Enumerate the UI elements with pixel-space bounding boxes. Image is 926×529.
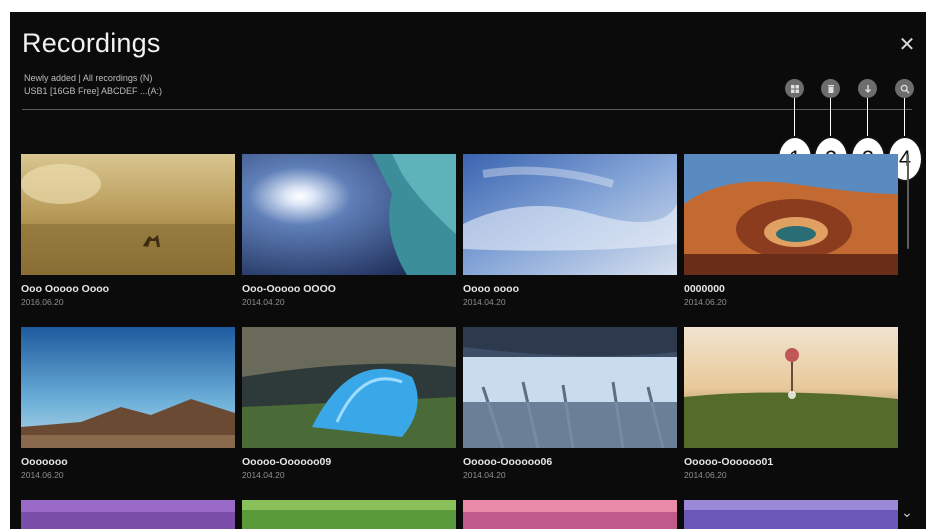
recording-thumbnail	[21, 327, 235, 448]
recording-item[interactable]	[684, 500, 898, 529]
callout-line-3	[867, 98, 868, 138]
recording-date: 2014.04.20	[242, 470, 285, 480]
search-icon	[900, 84, 909, 93]
recording-thumbnail	[684, 154, 898, 275]
recording-item[interactable]: 0000000 2014.06.20	[684, 154, 898, 307]
recording-thumbnail	[242, 327, 456, 448]
scroll-down-button[interactable]: ⌄	[898, 504, 916, 520]
recording-item[interactable]: Ooo Ooooo Oooo 2016.06.20	[21, 154, 235, 307]
close-icon: ✕	[898, 34, 916, 56]
recording-item[interactable]: Ooo-Ooooo OOOO 2014.04.20	[242, 154, 456, 307]
scrollbar[interactable]	[907, 154, 909, 249]
delete-icon	[827, 84, 834, 93]
recording-date: 2014.06.20	[684, 297, 727, 307]
recording-thumbnail	[242, 154, 456, 275]
recording-date: 2014.04.20	[463, 297, 506, 307]
recording-date: 2014.04.20	[463, 470, 506, 480]
recording-thumbnail	[242, 500, 456, 529]
callout-line-2	[830, 98, 831, 138]
recording-title: Ooo Ooooo Oooo	[21, 283, 110, 295]
delete-button[interactable]	[821, 79, 840, 98]
search-button[interactable]	[895, 79, 914, 98]
recording-date: 2014.06.20	[684, 470, 727, 480]
callout-line-1	[794, 98, 795, 138]
recording-date: 2014.06.20	[21, 470, 64, 480]
recording-title: Oooo oooo	[463, 283, 519, 295]
recording-title: 0000000	[684, 283, 725, 295]
header-divider	[22, 109, 912, 110]
recording-thumbnail	[463, 154, 677, 275]
recording-item[interactable]: Oooo oooo 2014.04.20	[463, 154, 677, 307]
recording-item[interactable]: Ooooo-Oooooo06 2014.04.20	[463, 327, 677, 480]
recording-title: Ooooo-Oooooo09	[242, 456, 332, 468]
recording-title: Ooooooo	[21, 456, 68, 468]
close-button[interactable]: ✕	[896, 34, 918, 56]
recordings-screen: Recordings Newly added | All recordings …	[10, 12, 926, 529]
storage-selector[interactable]: USB1 [16GB Free] ABCDEF ...(A:)	[24, 86, 162, 96]
recording-item[interactable]: Ooooooo 2014.06.20	[21, 327, 235, 480]
recording-item[interactable]: Ooooo-Oooooo01 2014.06.20	[684, 327, 898, 480]
recording-item[interactable]: Ooooo-Oooooo09 2014.04.20	[242, 327, 456, 480]
sort-button[interactable]	[858, 79, 877, 98]
recording-thumbnail	[21, 154, 235, 275]
recording-thumbnail	[21, 500, 235, 529]
recording-thumbnail	[684, 327, 898, 448]
page-title: Recordings	[22, 28, 161, 58]
recording-title: Ooo-Ooooo OOOO	[242, 283, 336, 295]
recording-title: Ooooo-Oooooo01	[684, 456, 774, 468]
select-icon	[790, 84, 799, 93]
recording-item[interactable]	[242, 500, 456, 529]
select-button[interactable]	[785, 79, 804, 98]
chevron-down-icon: ⌄	[901, 504, 913, 520]
sort-icon	[864, 84, 871, 93]
recording-item[interactable]	[21, 500, 235, 529]
recording-title: Ooooo-Oooooo06	[463, 456, 553, 468]
recording-date: 2014.04.20	[242, 297, 285, 307]
recording-thumbnail	[684, 500, 898, 529]
callout-line-4	[904, 98, 905, 138]
recording-date: 2016.06.20	[21, 297, 64, 307]
recording-item[interactable]	[463, 500, 677, 529]
filter-selector[interactable]: Newly added | All recordings (N)	[24, 73, 152, 83]
recording-thumbnail	[463, 327, 677, 448]
recording-thumbnail	[463, 500, 677, 529]
